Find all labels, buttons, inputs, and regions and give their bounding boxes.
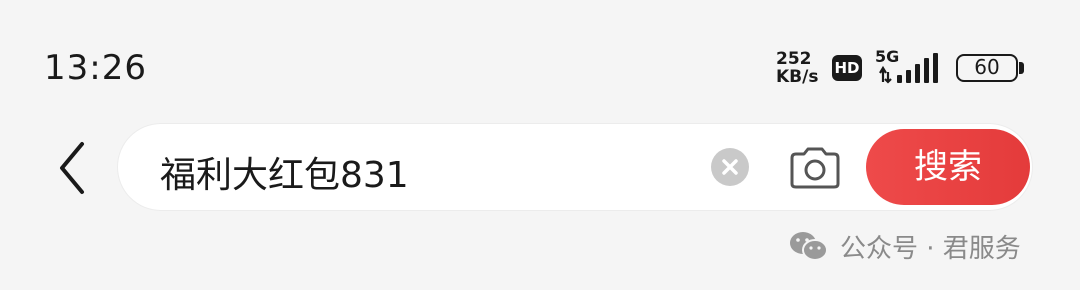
- watermark: 公众号 · 君服务: [788, 226, 1021, 266]
- watermark-text: 公众号 · 君服务: [840, 233, 1021, 264]
- clear-icon[interactable]: [711, 148, 749, 186]
- network-speed-unit: KB/s: [776, 67, 819, 87]
- status-bar: 13:26 252 KB/s HD 5G 60: [0, 0, 1080, 120]
- clear-x-icon: [722, 159, 738, 175]
- back-icon[interactable]: [52, 140, 92, 196]
- search-input[interactable]: 福利大红包831: [160, 146, 409, 198]
- signal-icon: [879, 53, 938, 84]
- camera-icon[interactable]: [788, 146, 842, 190]
- battery-icon: 60: [956, 54, 1018, 82]
- search-button[interactable]: 搜索: [866, 129, 1030, 205]
- network-speed: 252 KB/s: [776, 50, 826, 86]
- network-speed-value: 252: [776, 49, 812, 69]
- battery-level: 60: [974, 55, 1000, 79]
- status-time: 13:26: [44, 48, 147, 88]
- search-bar: 福利大红包831 搜索: [118, 124, 1032, 210]
- wechat-icon: [790, 232, 828, 261]
- hd-icon: HD: [832, 55, 862, 81]
- battery-tip: [1019, 62, 1024, 74]
